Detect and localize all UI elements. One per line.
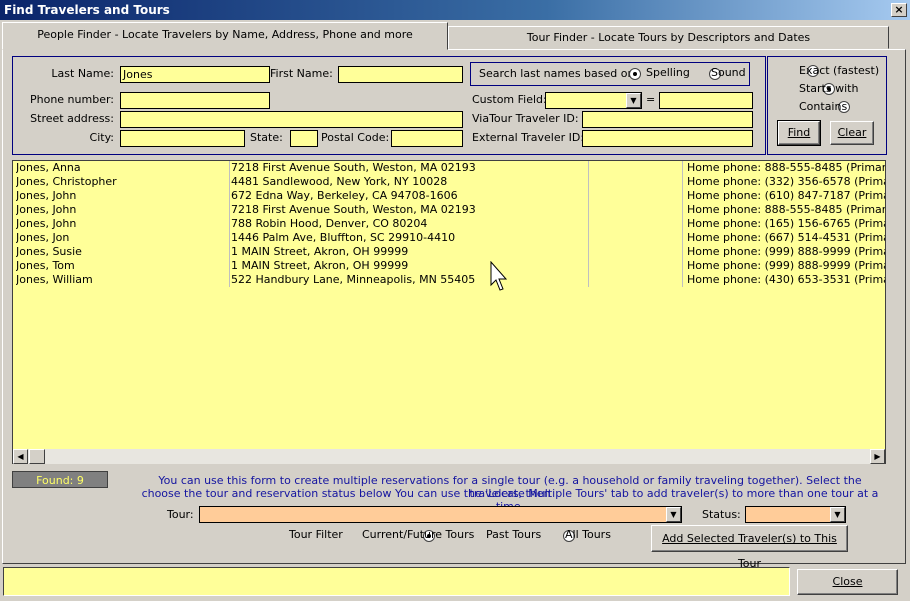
traveler-name: Jones, Jon xyxy=(16,231,70,244)
spelling-label: Spelling xyxy=(646,66,690,79)
tab-tour-finder-label: Tour Finder - Locate Tours by Descriptor… xyxy=(526,31,811,44)
street-input[interactable] xyxy=(120,111,463,128)
traveler-name: Jones, John xyxy=(16,203,77,216)
close-button[interactable]: Close xyxy=(797,569,898,595)
traveler-name: Jones, William xyxy=(16,273,93,286)
traveler-phone: Home phone: 888-555-8485 (Primary); Ho xyxy=(687,161,886,174)
last-name-input[interactable]: Jones xyxy=(120,66,270,83)
viatour-id-input[interactable] xyxy=(582,111,753,128)
tour-select[interactable]: ▼ xyxy=(199,506,682,523)
clear-button[interactable]: Clear xyxy=(830,121,874,145)
table-row[interactable]: Jones, Jon 1446 Palm Ave, Bluffton, SC 29… xyxy=(13,231,885,245)
traveler-phone: Home phone: (999) 888-9999 (Primary); H xyxy=(687,245,885,258)
mouse-cursor-icon xyxy=(490,261,508,291)
status-select[interactable]: ▼ xyxy=(745,506,846,523)
results-list[interactable]: Jones, Anna 7218 First Avenue South, West… xyxy=(12,160,886,464)
table-row[interactable]: Jones, Christopher 4481 Sandlewood, New Y… xyxy=(13,175,885,189)
tab-tour-finder[interactable]: Tour Finder - Locate Tours by Descriptor… xyxy=(448,26,889,49)
add-selected-travelers-button[interactable]: Add Selected Traveler(s) to This Tour xyxy=(651,525,848,570)
phone-label: Phone number: xyxy=(29,93,114,106)
window-close-icon[interactable]: × xyxy=(891,3,907,17)
scroll-thumb[interactable] xyxy=(29,449,45,464)
filter-past-label: Past Tours xyxy=(486,528,542,541)
table-row[interactable]: Jones, John 7218 First Avenue South, West… xyxy=(13,203,885,217)
traveler-address: 788 Robin Hood, Denver, CO 80204 xyxy=(231,217,428,230)
table-row[interactable]: Jones, Tom 1 MAIN Street, Akron, OH 99999… xyxy=(13,259,885,273)
traveler-name: Jones, Susie xyxy=(16,245,82,258)
status-message-bar xyxy=(3,567,790,596)
find-button[interactable]: Find xyxy=(777,120,821,146)
traveler-address: 522 Handbury Lane, Minneapolis, MN 55405 xyxy=(231,273,476,286)
external-id-label: External Traveler ID: xyxy=(472,131,585,144)
first-name-label: First Name: xyxy=(270,67,333,80)
filter-current-label: Current/Future Tours xyxy=(362,528,475,541)
traveler-address: 1 MAIN Street, Akron, OH 99999 xyxy=(231,259,409,272)
street-label: Street address: xyxy=(30,112,114,125)
scroll-left-icon[interactable]: ◀ xyxy=(13,449,28,464)
traveler-address: 672 Edna Way, Berkeley, CA 94708-1606 xyxy=(231,189,458,202)
results-horizontal-scrollbar[interactable] xyxy=(13,449,885,464)
filter-all-label: All Tours xyxy=(565,528,611,541)
tour-dropdown-icon[interactable]: ▼ xyxy=(666,507,681,522)
state-input[interactable] xyxy=(290,130,318,147)
tour-filter-label: Tour Filter xyxy=(289,528,343,541)
scroll-right-icon[interactable]: ▶ xyxy=(870,449,885,464)
tab-people-finder[interactable]: People Finder - Locate Travelers by Name… xyxy=(2,22,448,50)
traveler-phone: Home phone: 888-555-8485 (Primary); Ho xyxy=(687,203,886,216)
traveler-phone: Home phone: (332) 356-6578 (Primary) xyxy=(687,175,886,188)
table-row[interactable]: Jones, Susie 1 MAIN Street, Akron, OH 999… xyxy=(13,245,885,259)
starts-with-label: Starts with xyxy=(799,82,859,95)
external-id-input[interactable] xyxy=(582,130,753,147)
traveler-name: Jones, Anna xyxy=(16,161,81,174)
found-count: Found: 9 xyxy=(12,471,108,488)
first-name-input[interactable] xyxy=(338,66,463,83)
city-input[interactable] xyxy=(120,130,245,147)
traveler-address: 7218 First Avenue South, Weston, MA 0219… xyxy=(231,203,476,216)
traveler-address: 7218 First Avenue South, Weston, MA 0219… xyxy=(231,161,476,174)
search-based-on-label: Search last names based on: xyxy=(479,67,639,80)
custom-value-input[interactable] xyxy=(659,92,753,109)
postal-code-label: Postal Code: xyxy=(321,131,390,144)
custom-field-select[interactable]: ▼ xyxy=(545,92,642,109)
exact-label: Exact (fastest) xyxy=(799,64,880,77)
custom-field-dropdown-icon[interactable]: ▼ xyxy=(626,93,641,108)
city-label: City: xyxy=(89,131,114,144)
spelling-radio[interactable] xyxy=(629,68,641,80)
status-label: Status: xyxy=(702,508,741,521)
sound-label: Sound xyxy=(711,66,746,79)
table-row[interactable]: Jones, John 672 Edna Way, Berkeley, CA 94… xyxy=(13,189,885,203)
traveler-address: 1 MAIN Street, Akron, OH 99999 xyxy=(231,245,409,258)
phone-input[interactable] xyxy=(120,92,270,109)
traveler-phone: Home phone: (430) 653-3531 (Primary) xyxy=(687,273,886,286)
viatour-id-label: ViaTour Traveler ID: xyxy=(472,112,579,125)
state-label: State: xyxy=(250,131,283,144)
last-name-label: Last Name: xyxy=(51,67,114,80)
status-dropdown-icon[interactable]: ▼ xyxy=(830,507,845,522)
traveler-phone: Home phone: (667) 514-4531 (Primary) xyxy=(687,231,886,244)
title-bar: Find Travelers and Tours xyxy=(0,0,910,20)
table-row[interactable]: Jones, William 522 Handbury Lane, Minneap… xyxy=(13,273,885,287)
postal-code-input[interactable] xyxy=(391,130,463,147)
traveler-address: 1446 Palm Ave, Bluffton, SC 29910-4410 xyxy=(231,231,456,244)
contains-label: Contains xyxy=(799,100,848,113)
traveler-name: Jones, Tom xyxy=(16,259,75,272)
traveler-phone: Home phone: (610) 847-7187 (Primary) xyxy=(687,189,886,202)
window-title: Find Travelers and Tours xyxy=(4,3,170,17)
tour-label: Tour: xyxy=(167,508,194,521)
table-row[interactable]: Jones, John 788 Robin Hood, Denver, CO 80… xyxy=(13,217,885,231)
tab-people-finder-label: People Finder - Locate Travelers by Name… xyxy=(37,28,413,41)
traveler-name: Jones, John xyxy=(16,189,77,202)
custom-field-label: Custom Field: xyxy=(472,93,547,106)
traveler-address: 4481 Sandlewood, New York, NY 10028 xyxy=(231,175,448,188)
traveler-name: Jones, Christopher xyxy=(16,175,117,188)
traveler-phone: Home phone: (165) 156-6765 (Primary) xyxy=(687,217,886,230)
equals-sign: = xyxy=(646,93,656,106)
table-row[interactable]: Jones, Anna 7218 First Avenue South, West… xyxy=(13,161,885,175)
traveler-name: Jones, John xyxy=(16,217,77,230)
traveler-phone: Home phone: (999) 888-9999 (Primary); H xyxy=(687,259,885,272)
